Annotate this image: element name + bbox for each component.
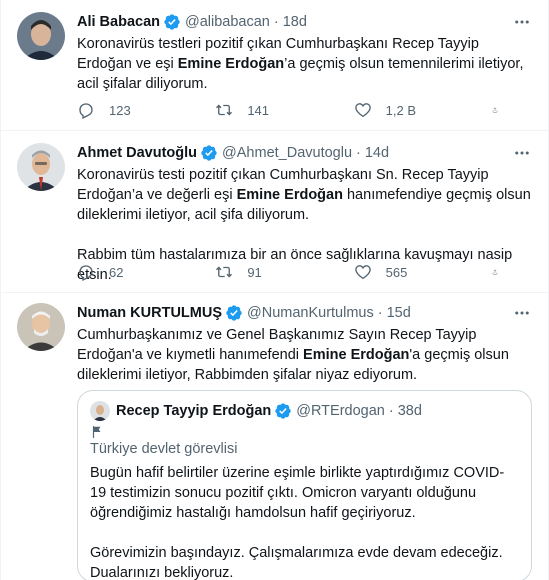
timestamp[interactable]: 14d — [365, 143, 389, 163]
quote-avatar — [90, 401, 110, 421]
quote-author-name: Recep Tayyip Erdoğan — [116, 403, 272, 419]
avatar[interactable] — [17, 12, 65, 60]
tweet-text: Cumhurbaşkanımız ve Genel Başkanımız Say… — [77, 327, 513, 383]
like-icon — [354, 103, 371, 118]
retweet-icon — [216, 266, 233, 278]
retweet-button[interactable]: 141 — [215, 100, 315, 120]
quote-author-handle: @RTErdogan — [296, 403, 385, 419]
more-icon[interactable] — [512, 303, 532, 323]
author-name[interactable]: Ali Babacan — [77, 12, 160, 32]
like-button[interactable]: 1,2 B — [354, 100, 454, 120]
tweet-feed: Ali Babacan @alibabacan · 18d Koronavirü… — [0, 0, 549, 580]
timestamp[interactable]: 18d — [283, 12, 307, 32]
verified-badge-icon — [201, 145, 217, 161]
reply-button[interactable]: 123 — [77, 100, 177, 120]
author-handle[interactable]: @NumanKurtulmus — [247, 303, 374, 323]
retweet-icon — [216, 104, 233, 116]
share-icon — [492, 269, 498, 275]
verified-badge-icon — [275, 403, 291, 419]
reply-icon — [79, 265, 93, 281]
verified-badge-icon — [226, 305, 242, 321]
author-handle[interactable]: @alibabacan — [185, 12, 270, 32]
author-name[interactable]: Ahmet Davutoğlu — [77, 143, 197, 163]
verified-badge-icon — [164, 14, 180, 30]
share-button[interactable] — [492, 100, 512, 120]
like-button[interactable]: 565 — [354, 262, 454, 282]
avatar[interactable] — [17, 143, 65, 191]
quote-timestamp: 38d — [397, 403, 422, 419]
tweet-numan-kurtulmus[interactable]: Numan KURTULMUŞ @NumanKurtulmus · 15d Cu… — [1, 293, 548, 580]
flag-icon — [92, 426, 101, 438]
tweet-ahmet-davutoglu[interactable]: Ahmet Davutoğlu @Ahmet_Davutoglu · 14d K… — [1, 131, 548, 293]
government-official-label: Türkiye devlet görevlisi — [90, 441, 238, 457]
share-button[interactable] — [492, 262, 512, 282]
retweet-count: 141 — [247, 102, 270, 118]
reply-count: 123 — [109, 102, 131, 118]
reply-button[interactable]: 62 — [77, 262, 177, 282]
retweet-count: 91 — [247, 264, 262, 280]
tweet-text: Koronavirüs testleri pozitif çıkan Cumhu… — [77, 36, 528, 92]
author-handle[interactable]: @Ahmet_Davutoglu — [222, 143, 352, 163]
quote-text: Bugün hafif belirtiler üzerine eşimle bi… — [90, 465, 505, 580]
more-icon[interactable] — [512, 143, 532, 163]
like-count: 565 — [385, 264, 408, 280]
tweet-ali-babacan[interactable]: Ali Babacan @alibabacan · 18d Koronavirü… — [1, 0, 548, 131]
quoted-tweet[interactable]: Recep Tayyip Erdoğan @RTErdogan · 38d Tü… — [77, 390, 532, 580]
avatar[interactable] — [17, 303, 65, 351]
share-icon — [492, 107, 498, 113]
more-icon[interactable] — [512, 12, 532, 32]
reply-count: 62 — [109, 264, 124, 280]
timestamp[interactable]: 15d — [387, 303, 411, 323]
like-count: 1,2 B — [385, 102, 417, 118]
author-name[interactable]: Numan KURTULMUŞ — [77, 303, 222, 323]
retweet-button[interactable]: 91 — [215, 262, 315, 282]
like-icon — [354, 265, 371, 280]
reply-icon — [79, 103, 93, 119]
